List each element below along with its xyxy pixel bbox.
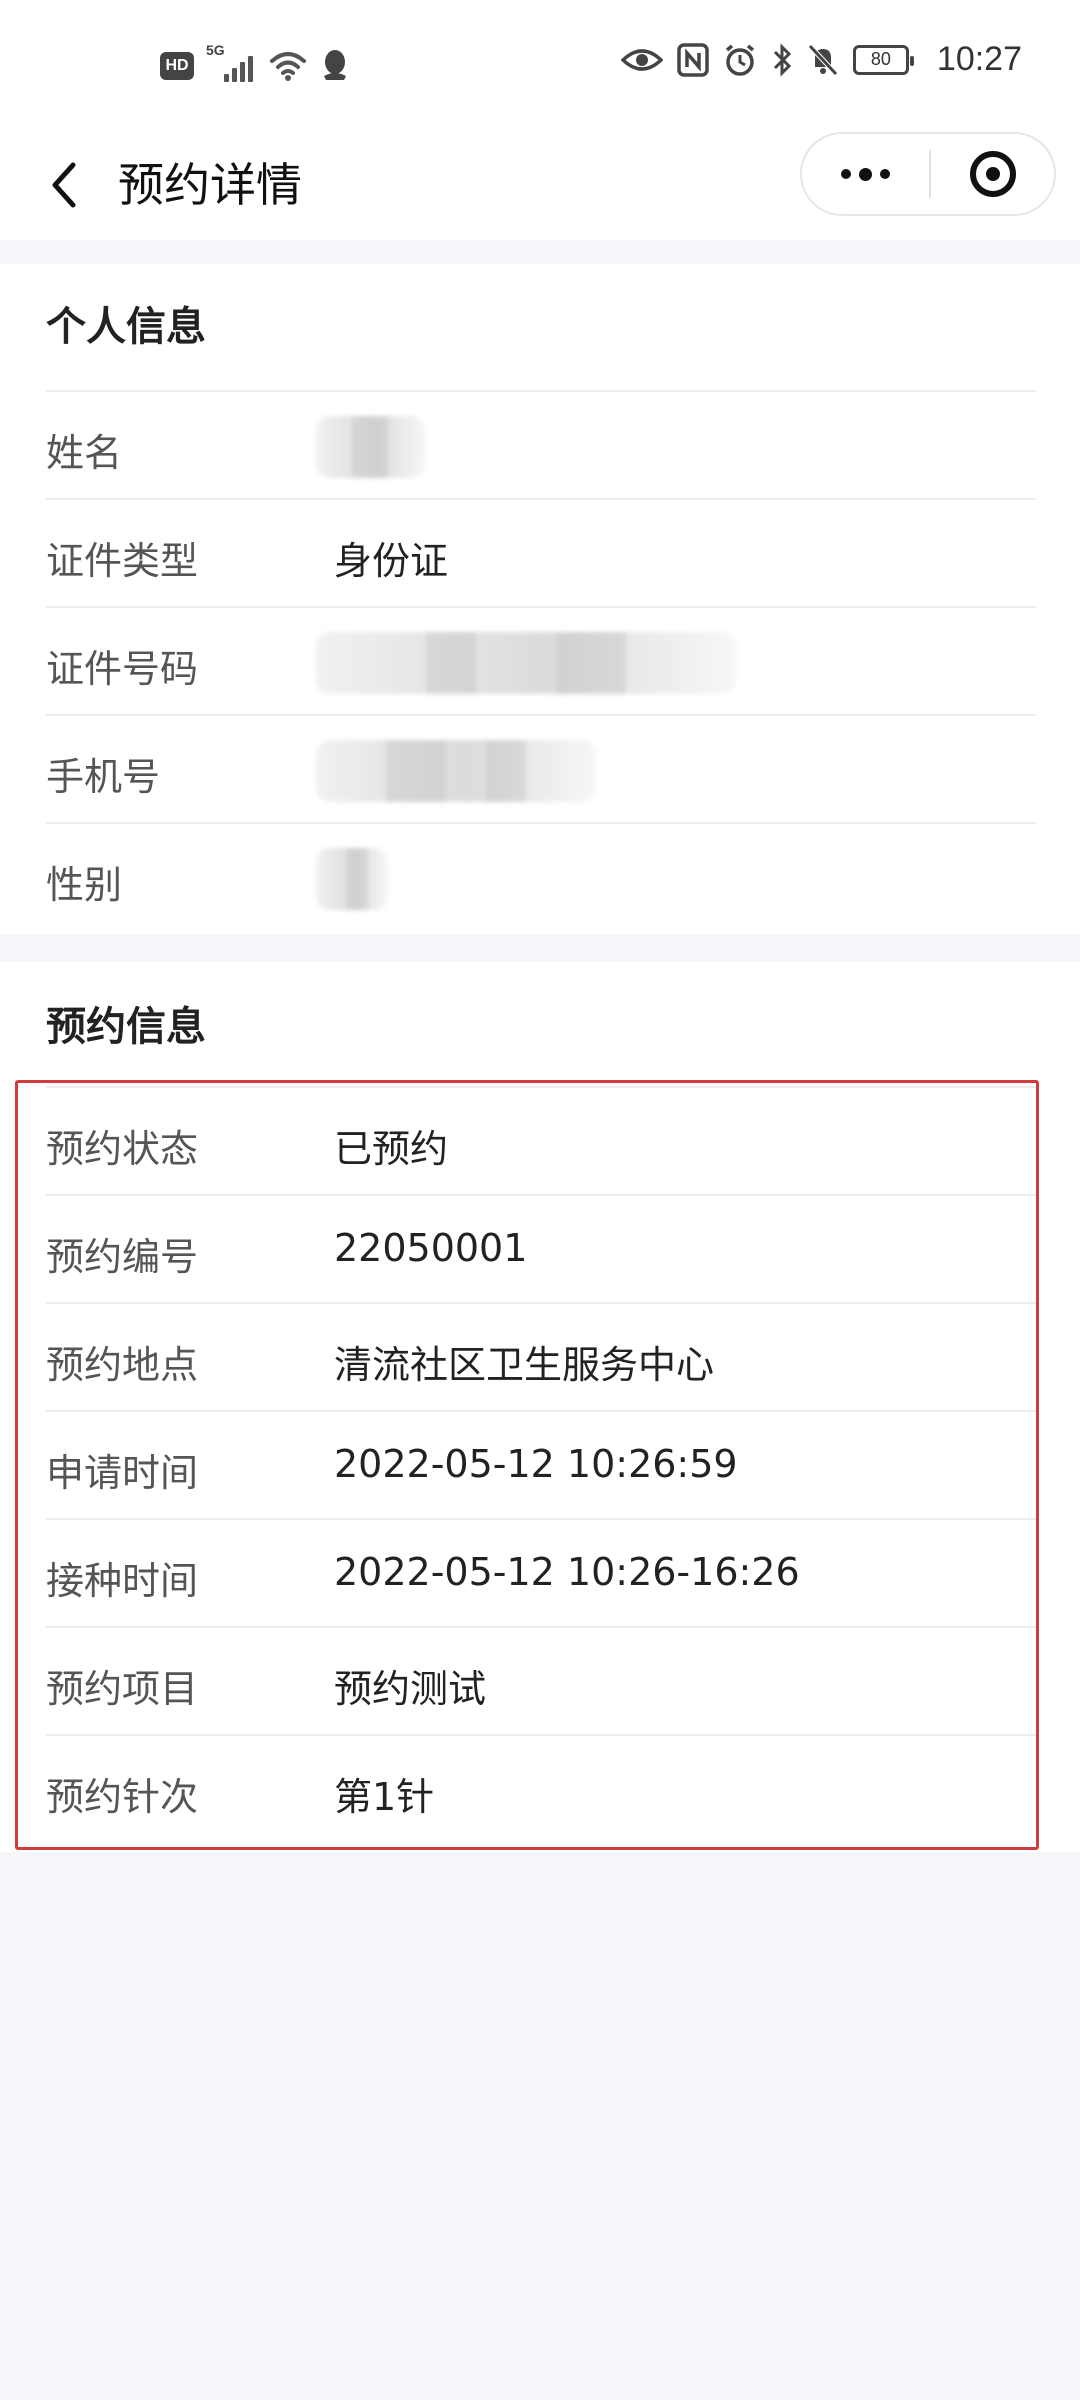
chevron-left-icon: [52, 162, 76, 208]
appt-row-vaccination-time: 接种时间 2022-05-12 10:26-16:26: [46, 1518, 1036, 1626]
row-label: 姓名: [46, 431, 123, 475]
alarm-icon: [725, 44, 754, 76]
row-value: 22050001: [334, 1226, 528, 1270]
appt-row-location: 预约地点 清流社区卫生服务中心: [46, 1302, 1036, 1410]
row-label: 手机号: [46, 755, 161, 799]
row-value: 2022-05-12 10:26-16:26: [334, 1550, 800, 1594]
status-time: 10:27: [936, 40, 1022, 78]
redacted-value: [316, 740, 596, 802]
appt-row-project: 预约项目 预约测试: [46, 1626, 1036, 1734]
row-label: 证件号码: [46, 647, 199, 691]
hd-icon: HD: [160, 52, 194, 80]
more-options-button[interactable]: [802, 134, 929, 214]
personal-info-title: 个人信息: [46, 304, 206, 350]
redacted-value: [316, 632, 736, 694]
row-label: 证件类型: [46, 539, 199, 583]
navigation-bar: 预约详情: [0, 130, 1080, 240]
bluetooth-icon: [773, 42, 792, 77]
row-label: 预约项目: [46, 1667, 199, 1711]
appt-row-number: 预约编号 22050001: [46, 1194, 1036, 1302]
row-value: 预约测试: [334, 1667, 487, 1711]
target-close-icon: [969, 151, 1016, 197]
redacted-value: [316, 416, 426, 478]
appointment-info-title: 预约信息: [46, 1004, 206, 1050]
info-row-id-number: 证件号码: [46, 606, 1036, 714]
row-value: 第1针: [334, 1775, 435, 1819]
row-value: 清流社区卫生服务中心: [334, 1343, 715, 1387]
info-row-gender: 性别: [46, 822, 1036, 930]
more-dot-icon: [880, 169, 890, 179]
personal-info-section: 个人信息 姓名 证件类型 身份证 证件号码 手机号 性别: [0, 264, 1080, 934]
wifi-icon: [270, 52, 306, 81]
row-label: 性别: [46, 863, 123, 907]
mute-bell-icon: [808, 43, 838, 76]
row-label: 预约地点: [46, 1343, 199, 1387]
row-value: 2022-05-12 10:26:59: [334, 1442, 738, 1486]
row-label: 接种时间: [46, 1559, 199, 1603]
back-button[interactable]: [34, 152, 94, 218]
row-label: 预约针次: [46, 1775, 199, 1819]
appt-row-status: 预约状态 已预约: [46, 1086, 1036, 1194]
row-label: 预约编号: [46, 1235, 199, 1279]
qq-icon: [324, 50, 346, 80]
info-row-name: 姓名: [46, 390, 1036, 498]
more-dot-icon: [841, 169, 851, 179]
network-type-label: 5G: [206, 42, 225, 58]
more-dot-icon: [859, 167, 872, 181]
row-label: 申请时间: [46, 1451, 199, 1495]
redacted-value: [316, 848, 388, 910]
row-label: 预约状态: [46, 1127, 199, 1171]
status-left-icons: HD 5G: [160, 42, 350, 86]
info-row-phone: 手机号: [46, 714, 1036, 822]
status-right-icons: 80 10:27: [620, 40, 1022, 79]
appointment-info-section: 预约信息 预约状态 已预约 预约编号 22050001 预约地点 清流社区卫生服…: [0, 962, 1080, 1852]
nfc-icon: [677, 42, 709, 77]
row-value: 已预约: [334, 1127, 449, 1171]
battery-icon: 80: [852, 44, 914, 75]
cellular-signal-icon: 5G: [206, 42, 256, 86]
row-value: 身份证: [334, 539, 449, 583]
eye-icon: [620, 48, 663, 71]
miniprogram-capsule: [800, 132, 1056, 216]
close-miniprogram-button[interactable]: [931, 134, 1054, 214]
appt-row-dose: 预约针次 第1针: [46, 1734, 1036, 1842]
info-row-id-type: 证件类型 身份证: [46, 498, 1036, 606]
status-bar: HD 5G 80 10:27: [0, 0, 1080, 130]
appt-row-apply-time: 申请时间 2022-05-12 10:26:59: [46, 1410, 1036, 1518]
page-title: 预约详情: [118, 158, 302, 212]
